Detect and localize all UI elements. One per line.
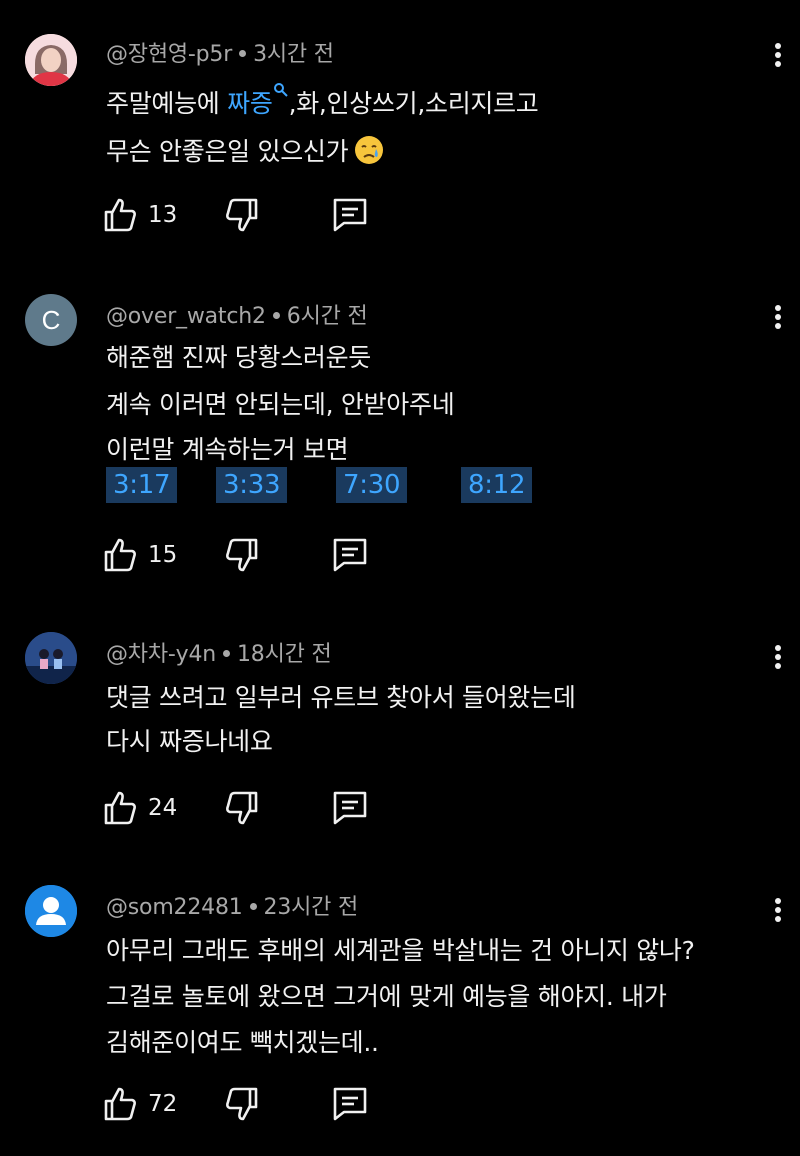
- avatar[interactable]: [25, 885, 77, 937]
- comment-time: 3시간 전: [253, 42, 334, 67]
- timestamp-link[interactable]: 3:33: [216, 467, 288, 503]
- comment-meta: @장현영-p5r 3시간 전: [106, 36, 334, 68]
- comment-thread: @차차-y4n 18시간 전 댓글 쓰려고 일부러 유트브 찾아서 들어왔는데 다…: [0, 610, 800, 865]
- author-name[interactable]: @장현영-p5r: [106, 42, 232, 67]
- avatar-illustration: [25, 632, 77, 684]
- timestamp-link[interactable]: 8:12: [461, 467, 533, 503]
- comment-thread: C @over_watch2 6시간 전 해준햄 진짜 당황스러운듯 계속 이러면…: [0, 270, 800, 610]
- comment-text-line: 아무리 그래도 후배의 세계관을 박살내는 건 아니지 않나?: [106, 936, 695, 965]
- comment-thread: @som22481 23시간 전 아무리 그래도 후배의 세계관을 박살내는 건 …: [0, 865, 800, 1156]
- comment-thread: @장현영-p5r 3시간 전 주말예능에 짜증 ,화,인상쓰기,소리지르고 무슨 안…: [0, 0, 800, 270]
- separator-dot: [222, 649, 230, 657]
- comment-actions: 24: [100, 788, 400, 828]
- avatar-letter: C: [41, 305, 61, 335]
- dislike-icon[interactable]: [222, 788, 262, 828]
- like-count: 15: [148, 542, 178, 568]
- crying-face-emoji: [355, 136, 384, 164]
- timestamp-links: 3:17 3:33 7:30 8:12: [106, 467, 566, 503]
- comment-text-line: 해준햄 진짜 당황스러운듯: [106, 343, 371, 372]
- like-icon[interactable]: [100, 1084, 140, 1124]
- reply-icon[interactable]: [330, 788, 370, 828]
- comment-text: 주말예능에: [106, 89, 228, 118]
- more-options-icon[interactable]: [768, 302, 788, 338]
- avatar[interactable]: [25, 34, 77, 86]
- comment-text-line: 계속 이러면 안되는데, 안받아주네: [106, 390, 455, 419]
- like-count: 13: [148, 202, 178, 228]
- like-icon[interactable]: [100, 535, 140, 575]
- like-icon[interactable]: [100, 195, 140, 235]
- search-link[interactable]: 짜증: [227, 83, 288, 118]
- comment-text: ,화,인상쓰기,소리지르고: [288, 89, 539, 118]
- more-options-icon[interactable]: [768, 895, 788, 931]
- comment-text-line: 김해준이여도 빽치겠는데..: [106, 1028, 379, 1057]
- reply-icon[interactable]: [330, 195, 370, 235]
- separator-dot: [272, 311, 280, 319]
- author-name[interactable]: @over_watch2: [106, 304, 266, 329]
- reply-icon[interactable]: [330, 1084, 370, 1124]
- dislike-icon[interactable]: [222, 195, 262, 235]
- author-name[interactable]: @som22481: [106, 895, 243, 920]
- dislike-icon[interactable]: [222, 1084, 262, 1124]
- like-count: 24: [148, 795, 178, 821]
- comment-time: 23시간 전: [263, 895, 359, 920]
- default-user-icon: [25, 885, 77, 937]
- comment-text-line: 이런말 계속하는거 보면: [106, 435, 349, 464]
- like-icon[interactable]: [100, 788, 140, 828]
- comment-meta: @차차-y4n 18시간 전: [106, 636, 332, 668]
- timestamp-link[interactable]: 7:30: [336, 467, 408, 503]
- search-link-label[interactable]: 짜증: [227, 89, 273, 118]
- comment-text: 무슨 안좋은일 있으신가: [106, 137, 349, 166]
- timestamp-link[interactable]: 3:17: [106, 467, 178, 503]
- avatar[interactable]: C: [25, 294, 77, 346]
- like-count: 72: [148, 1091, 178, 1117]
- more-options-icon[interactable]: [768, 40, 788, 76]
- comment-text-line: 다시 짜증나네요: [106, 727, 273, 756]
- comment-actions: 15: [100, 535, 400, 575]
- separator-dot: [249, 902, 257, 910]
- comment-time: 6시간 전: [286, 304, 368, 329]
- comment-actions: 13: [100, 195, 400, 235]
- author-name[interactable]: @차차-y4n: [106, 642, 216, 667]
- comment-text-line: 그걸로 놀토에 왔으면 그거에 맞게 예능을 해야지. 내가: [106, 982, 667, 1011]
- comment-time: 18시간 전: [236, 642, 332, 667]
- reply-icon[interactable]: [330, 535, 370, 575]
- dislike-icon[interactable]: [222, 535, 262, 575]
- comment-text-line: 무슨 안좋은일 있으신가: [106, 132, 384, 168]
- comment-text-line: 주말예능에 짜증 ,화,인상쓰기,소리지르고: [106, 83, 539, 120]
- comment-text-line: 댓글 쓰려고 일부러 유트브 찾아서 들어왔는데: [106, 683, 576, 712]
- comment-actions: 72: [100, 1084, 400, 1124]
- avatar-photo: [25, 34, 77, 86]
- more-options-icon[interactable]: [768, 642, 788, 678]
- search-icon[interactable]: [273, 82, 289, 98]
- comment-meta: @over_watch2 6시간 전: [106, 298, 368, 330]
- comment-meta: @som22481 23시간 전: [106, 889, 358, 921]
- avatar[interactable]: [25, 632, 77, 684]
- separator-dot: [239, 49, 247, 57]
